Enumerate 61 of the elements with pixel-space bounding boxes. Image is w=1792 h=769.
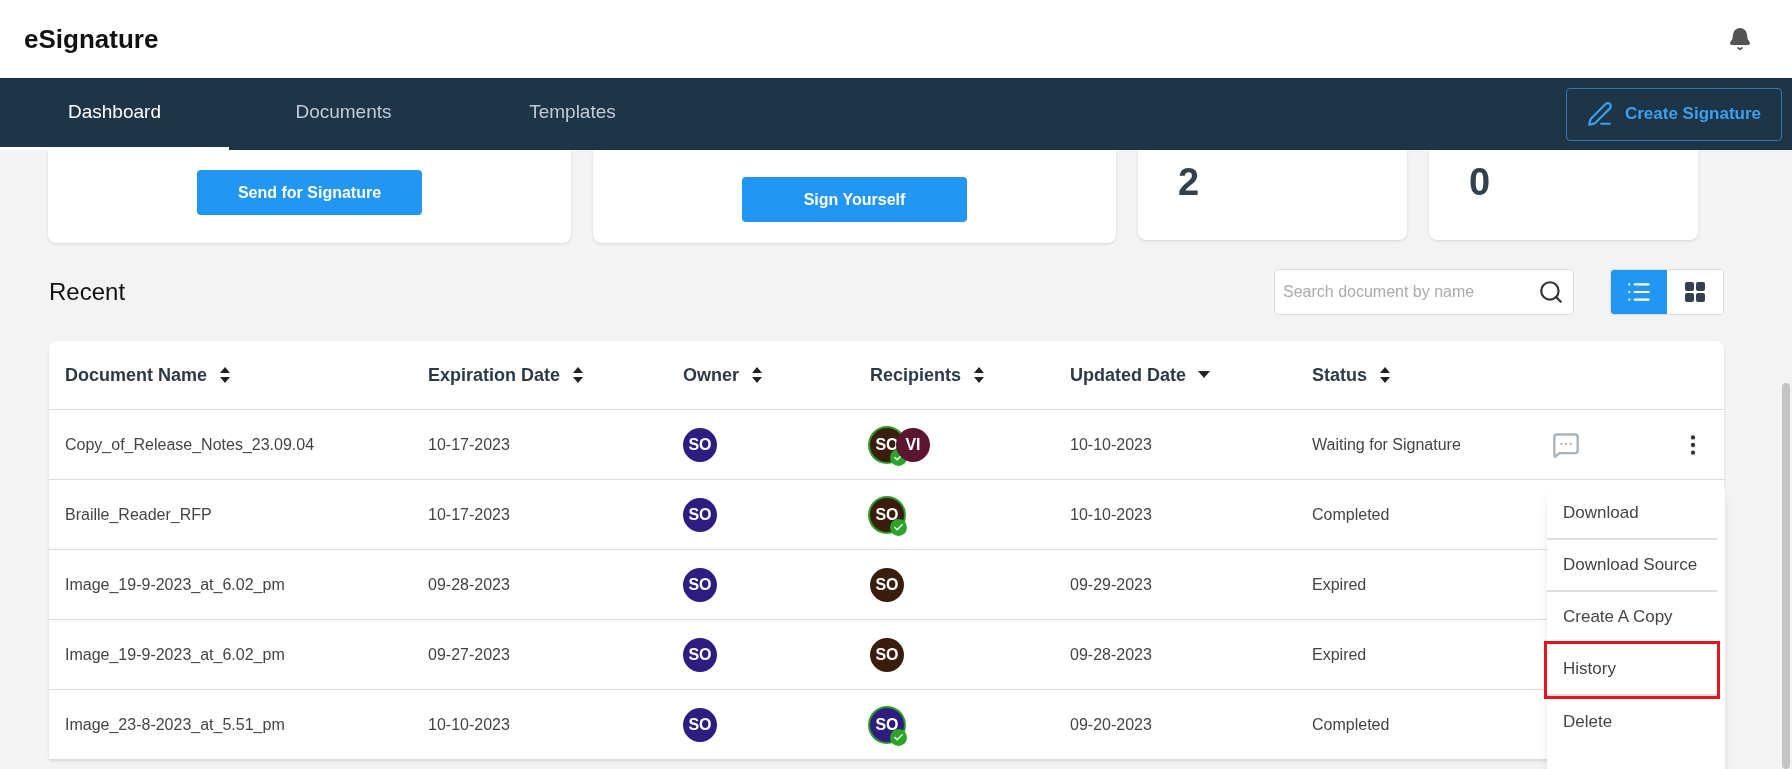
status-text: Waiting for Signature <box>1312 434 1462 455</box>
pen-icon <box>1586 101 1613 127</box>
grid-icon <box>1683 280 1707 304</box>
menu-item[interactable]: Create A Copy <box>1547 592 1717 644</box>
create-signature-button[interactable]: Create Signature <box>1565 87 1782 141</box>
avatar: SO <box>683 637 717 672</box>
column-header: Owner <box>683 363 739 387</box>
avatar: SO <box>683 707 717 742</box>
nav-tab[interactable]: Templates <box>458 78 687 150</box>
avatar: SO <box>870 567 904 602</box>
status-text: Completed <box>1312 504 1391 525</box>
sort-icon[interactable] <box>572 366 585 384</box>
menu-item[interactable]: Download <box>1547 488 1717 540</box>
document-name: Copy_of_Release_Notes_23.09.04 <box>65 434 316 455</box>
status-text: Completed <box>1312 714 1391 735</box>
status-text: Expired <box>1312 644 1368 665</box>
expiration-date: 09-28-2023 <box>428 574 511 595</box>
menu-item[interactable]: Delete <box>1547 696 1717 748</box>
check-icon <box>890 518 907 536</box>
notification-bell-icon[interactable] <box>1728 27 1752 51</box>
menu-item[interactable]: History <box>1547 644 1717 696</box>
expiration-date: 09-27-2023 <box>428 644 511 665</box>
avatar: SO <box>683 497 717 532</box>
search-field[interactable]: Search document by name <box>1274 269 1574 315</box>
expiration-date: 10-17-2023 <box>428 504 511 525</box>
count-value: 2 <box>1178 161 1200 203</box>
search-icon[interactable] <box>1538 279 1564 305</box>
document-name: Image_19-9-2023_at_6.02_pm <box>65 574 286 595</box>
grid-view-button[interactable] <box>1667 270 1723 314</box>
sort-icon[interactable] <box>219 366 232 384</box>
sort-down-icon[interactable] <box>1198 371 1210 379</box>
avatar: VI <box>896 427 930 462</box>
avatar: SO <box>683 427 717 462</box>
avatar: SO <box>870 637 904 672</box>
scrollbar-thumb[interactable] <box>1782 383 1790 769</box>
sort-icon[interactable] <box>973 366 986 384</box>
column-header: Document Name <box>65 363 208 387</box>
document-name: Image_23-8-2023_at_5.51_pm <box>65 714 286 735</box>
column-header: Status <box>1312 363 1367 387</box>
nav-tab[interactable]: Documents <box>229 78 458 150</box>
updated-date: 09-20-2023 <box>1070 714 1153 735</box>
sort-icon[interactable] <box>751 366 763 384</box>
updated-date: 09-28-2023 <box>1070 644 1153 665</box>
count-value: 0 <box>1469 161 1491 203</box>
updated-date: 09-29-2023 <box>1070 574 1153 595</box>
column-header: Expiration Date <box>428 363 561 387</box>
sort-icon[interactable] <box>1379 366 1391 384</box>
app-title: eSignature <box>24 22 159 56</box>
menu-item[interactable]: Download Source <box>1547 540 1717 592</box>
document-name: Image_19-9-2023_at_6.02_pm <box>65 644 286 665</box>
expiration-date: 10-10-2023 <box>428 714 511 735</box>
column-header: Recipients <box>870 363 962 387</box>
document-name: Braille_Reader_RFP <box>65 504 213 525</box>
status-text: Expired <box>1312 574 1368 595</box>
updated-date: 10-10-2023 <box>1070 434 1153 455</box>
section-title: Recent <box>49 277 126 307</box>
column-header: Updated Date <box>1070 363 1186 387</box>
expiration-date: 10-17-2023 <box>428 434 511 455</box>
updated-date: 10-10-2023 <box>1070 504 1153 525</box>
avatar: SO <box>683 567 717 602</box>
check-icon <box>890 728 907 746</box>
